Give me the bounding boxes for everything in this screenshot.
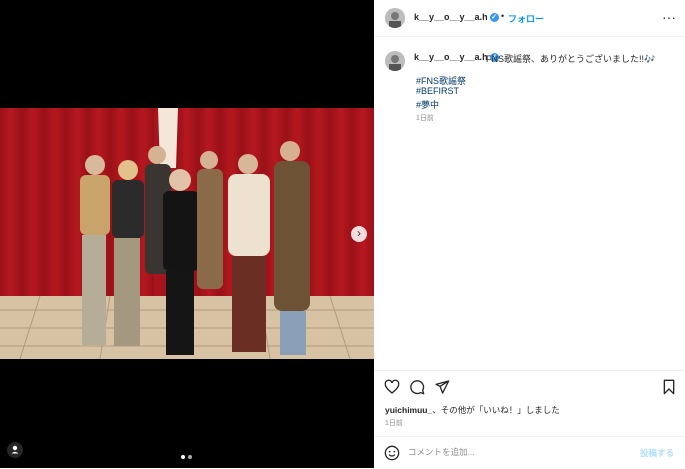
post-timestamp: 1日前 [385, 420, 403, 427]
liker-username[interactable]: yuichimuu_ [385, 405, 432, 415]
carousel-indicator [181, 455, 192, 459]
person-icon [11, 445, 19, 454]
heart-icon[interactable] [384, 379, 400, 395]
post-header: k__y__o__y__a.h ✓ • フォロー ··· [374, 0, 685, 37]
verified-icon: ✓ [489, 13, 499, 23]
likes-text: 、その他が「いいね！」しました [432, 405, 560, 415]
comment-icon[interactable] [409, 379, 425, 395]
post-details-panel: k__y__o__y__a.h ✓ • フォロー ··· k__y__o__y__… [374, 0, 685, 468]
comment-row: 投稿する [374, 436, 685, 469]
action-bar [374, 370, 685, 431]
carousel-dot-2 [188, 455, 192, 459]
post-media: › [0, 0, 374, 468]
follow-button[interactable]: フォロー [508, 12, 544, 25]
separator-dot: • [501, 11, 505, 21]
share-icon[interactable] [434, 379, 450, 395]
comment-input[interactable] [408, 445, 628, 459]
caption-text: FNS歌謡祭、ありがとうございました!!🎶 [486, 54, 656, 64]
next-slide-button[interactable]: › [351, 226, 367, 242]
tagged-users-button[interactable] [7, 442, 23, 458]
bookmark-icon[interactable] [662, 379, 676, 395]
author-avatar[interactable] [385, 8, 405, 28]
author-username[interactable]: k__y__o__y__a.h ✓ [414, 12, 499, 23]
hashtag-link[interactable]: #BEFIRST [416, 86, 459, 96]
emoji-icon[interactable] [384, 445, 400, 461]
more-options-icon[interactable]: ··· [662, 9, 676, 25]
carousel-dot-1 [181, 455, 185, 459]
group-photo-illustration [0, 108, 374, 359]
post-photo [0, 108, 374, 359]
caption-avatar[interactable] [385, 51, 405, 71]
caption-timestamp: 1日前 [416, 115, 434, 122]
post-comment-button[interactable]: 投稿する [640, 447, 674, 459]
hashtag-link[interactable]: #夢中 [416, 98, 439, 111]
likes-summary: yuichimuu_、その他が「いいね！」しました [385, 404, 560, 416]
